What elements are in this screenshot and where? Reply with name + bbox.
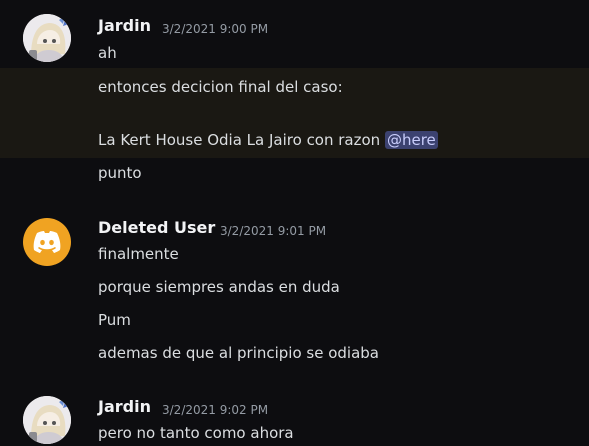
message-text: ah: [98, 44, 117, 62]
message-text: Pum: [98, 311, 131, 329]
message-timestamp[interactable]: 3/2/2021 9:00 PM: [162, 22, 268, 36]
author-name[interactable]: Deleted User: [98, 218, 215, 237]
message-text: punto: [98, 164, 142, 182]
here-mention[interactable]: @here: [384, 131, 438, 149]
author-name[interactable]: Jardin: [98, 397, 151, 416]
message-text-body: La Kert House Odia La Jairo con razon: [98, 131, 381, 149]
author-name[interactable]: Jardin: [98, 16, 151, 35]
message-timestamp[interactable]: 3/2/2021 9:02 PM: [162, 403, 268, 417]
message-text: La Kert House Odia La Jairo con razon @h…: [98, 131, 438, 149]
message-text: pero no tanto como ahora: [98, 424, 294, 442]
anime-avatar-icon: [23, 14, 71, 62]
message-timestamp[interactable]: 3/2/2021 9:01 PM: [220, 224, 326, 238]
message-text: entonces decicion final del caso:: [98, 78, 343, 96]
message-text: ademas de que al principio se odiaba: [98, 344, 379, 362]
avatar-jardin[interactable]: [23, 14, 71, 62]
discord-logo-icon: [33, 231, 61, 253]
avatar-deleted-user[interactable]: [23, 218, 71, 266]
message-text: porque siempres andas en duda: [98, 278, 340, 296]
avatar-jardin[interactable]: [23, 396, 71, 444]
anime-avatar-icon: [23, 396, 71, 444]
message-text: finalmente: [98, 245, 179, 263]
